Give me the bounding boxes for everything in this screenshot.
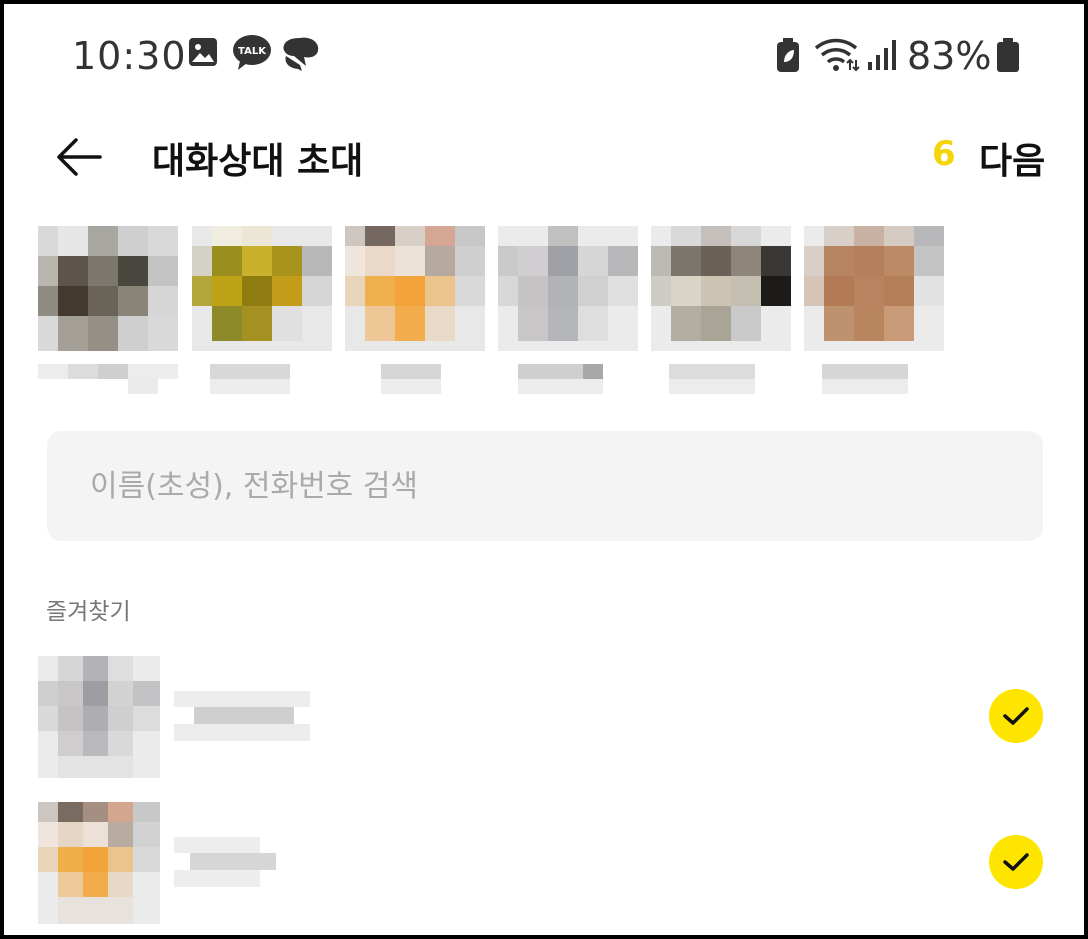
selected-contact[interactable]: [651, 226, 791, 426]
avatar: [38, 802, 160, 924]
contact-name-blurred: [381, 364, 441, 394]
selected-check[interactable]: [989, 689, 1043, 743]
contact-name-blurred: [210, 364, 290, 394]
search-input[interactable]: [47, 431, 1043, 541]
avatar: [38, 656, 160, 778]
contact-name-blurred: [38, 364, 178, 394]
app-screen: 10:30 TALK 83% 대화상대 초대 6 다음 이름(초성), 전화번호…: [4, 4, 1084, 935]
battery-icon: [996, 38, 1020, 76]
check-icon: [1003, 853, 1029, 871]
talk-badge-text: TALK: [238, 46, 267, 57]
next-button[interactable]: 다음: [979, 132, 1045, 184]
contact-name-blurred: [669, 364, 755, 394]
gallery-icon: [187, 36, 219, 72]
selected-contact[interactable]: [38, 226, 178, 426]
arrow-left-icon: [57, 138, 102, 176]
selected-contact[interactable]: [192, 226, 332, 426]
selected-contact[interactable]: [804, 226, 944, 426]
section-label-favorites: 즐겨찾기: [46, 599, 131, 625]
selected-contact[interactable]: [345, 226, 485, 426]
check-icon: [1003, 707, 1029, 725]
list-item[interactable]: [4, 802, 1084, 932]
selected-contact[interactable]: [498, 226, 638, 426]
signal-icon: [866, 40, 898, 74]
status-bar: 10:30 TALK 83%: [4, 4, 1084, 104]
wifi-icon: [814, 38, 860, 76]
avatar: [192, 226, 332, 351]
battery-saver-icon: [776, 38, 800, 76]
status-time: 10:30: [72, 34, 187, 78]
selected-check[interactable]: [989, 835, 1043, 889]
list-item[interactable]: [4, 656, 1084, 786]
page-title: 대화상대 초대: [152, 141, 364, 182]
contact-name-blurred: [518, 364, 603, 394]
contact-name-blurred: [822, 364, 908, 394]
avatar: [804, 226, 944, 351]
selected-count: 6: [932, 134, 956, 174]
avatar: [651, 226, 791, 351]
contact-name-blurred: [174, 691, 310, 741]
kakaotalk-icon: TALK: [232, 34, 272, 76]
avatar: [38, 226, 178, 351]
avatar: [345, 226, 485, 351]
avatar: [498, 226, 638, 351]
chat-bubble-icon: [280, 36, 322, 76]
contact-name-blurred: [174, 837, 276, 887]
battery-percent: 83%: [907, 34, 992, 78]
back-button[interactable]: [54, 132, 104, 182]
